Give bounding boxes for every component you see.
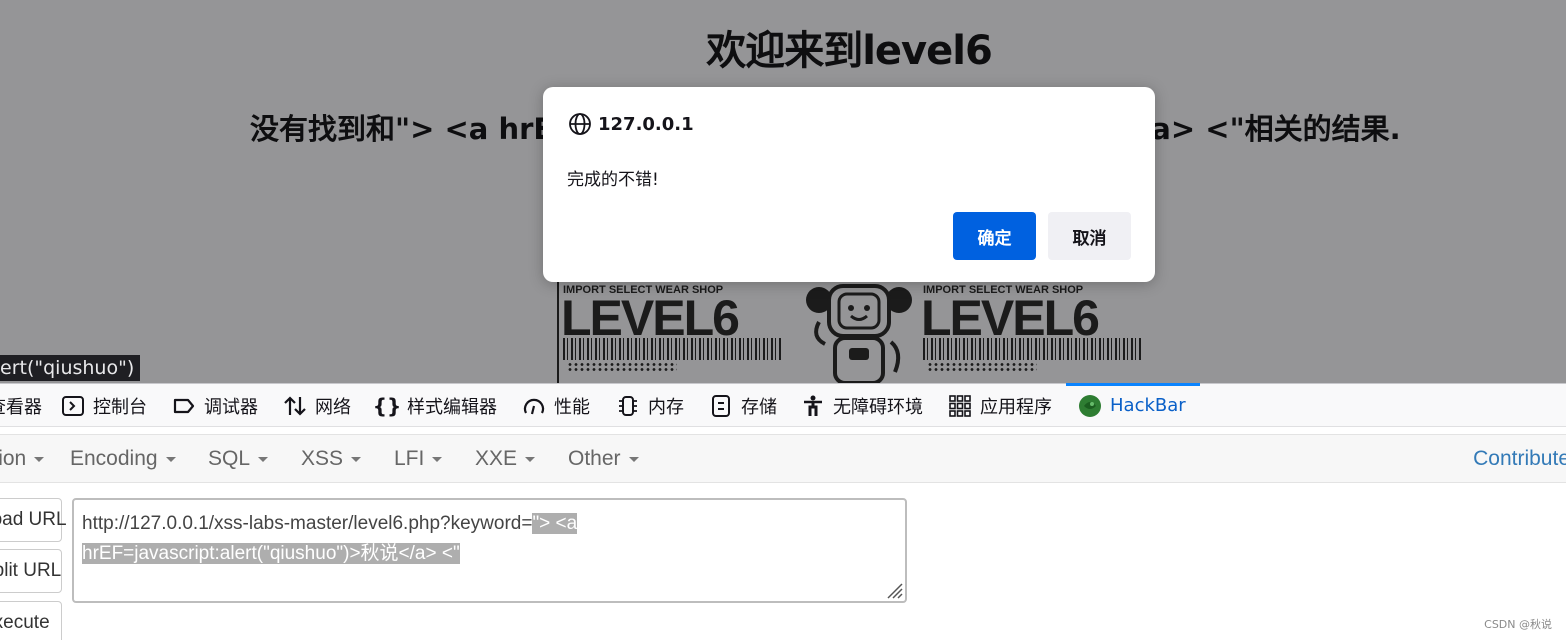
tab-hackbar[interactable]: HackBar: [1066, 383, 1200, 427]
tab-label: 调试器: [204, 396, 258, 418]
menu-lfi[interactable]: LFI: [394, 435, 443, 482]
menu-sql[interactable]: SQL: [208, 435, 269, 482]
braille-graphic: [927, 362, 1037, 372]
menu-encryption[interactable]: Encryption: [0, 435, 45, 482]
contribute-link[interactable]: Contribute: [1473, 435, 1566, 482]
alert-ok-button[interactable]: 确定: [953, 212, 1036, 260]
banner-level-label: LEVEL6: [921, 290, 1100, 346]
tab-accessibility[interactable]: 无障碍环境: [801, 384, 923, 427]
tab-label: 无障碍环境: [833, 396, 923, 418]
globe-icon: [569, 113, 591, 135]
tab-label: 网络: [315, 396, 351, 418]
alert-message: 完成的不错!: [567, 170, 659, 190]
caret-down-icon: [432, 456, 443, 462]
page-title: 欢迎来到level6: [706, 28, 993, 74]
console-icon: [61, 394, 85, 418]
tab-label: 存储: [741, 396, 777, 418]
performance-icon: [522, 394, 546, 418]
style-editor-icon: {}: [372, 393, 402, 418]
load-url-button[interactable]: Load URL: [0, 498, 67, 542]
banner-level-label: LEVEL6: [561, 290, 740, 346]
tab-network[interactable]: 网络: [283, 384, 351, 427]
split-url-button[interactable]: Split URL: [0, 549, 62, 593]
caret-down-icon: [258, 456, 269, 462]
tab-label: 应用程序: [980, 396, 1052, 418]
tab-storage[interactable]: 存储: [709, 384, 777, 427]
tab-performance[interactable]: 性能: [522, 384, 590, 427]
application-icon: [948, 394, 972, 418]
level-banner-image: IMPORT SELECT WEAR SHOP LEVEL6 IMPORT SE…: [557, 282, 1157, 383]
accessibility-icon: [801, 394, 825, 418]
devtools-panel: 查看器 控制台 调试器 网络 {} 样式编辑器: [0, 383, 1566, 640]
level-banner-right: IMPORT SELECT WEAR SHOP LEVEL6: [919, 282, 1157, 383]
url-selected-text: "> <a: [532, 513, 578, 534]
hackbar-icon: [1078, 394, 1102, 418]
tab-label: 控制台: [93, 396, 147, 418]
tab-label: 查看器: [0, 396, 42, 418]
url-textarea[interactable]: http://127.0.0.1/xss-labs-master/level6.…: [72, 498, 907, 603]
resize-grip-icon[interactable]: [883, 579, 903, 599]
caret-down-icon: [525, 456, 536, 462]
barcode-graphic: [923, 338, 1143, 360]
caret-down-icon: [351, 456, 362, 462]
tab-label: 内存: [648, 396, 684, 418]
barcode-graphic: [563, 338, 783, 360]
debugger-icon: [172, 394, 196, 418]
tab-console[interactable]: 控制台: [61, 384, 147, 427]
alert-cancel-button[interactable]: 取消: [1048, 212, 1131, 260]
watermark: CSDN @秋说: [1484, 618, 1552, 631]
caret-down-icon: [165, 456, 176, 462]
level-banner-left: IMPORT SELECT WEAR SHOP LEVEL6: [559, 282, 799, 383]
menu-xxe[interactable]: XXE: [475, 435, 536, 482]
url-text: http://127.0.0.1/xss-labs-master/level6.…: [82, 513, 533, 534]
tab-label: 样式编辑器: [407, 396, 497, 418]
tab-label: HackBar: [1110, 395, 1186, 416]
hackbar-menu-bar: Encryption Encoding SQL XSS LFI XXE Othe…: [0, 434, 1566, 483]
tab-application[interactable]: 应用程序: [948, 384, 1052, 427]
tab-memory[interactable]: 内存: [616, 384, 684, 427]
robot-mascot-icon: [806, 284, 912, 383]
tab-style-editor[interactable]: {} 样式编辑器: [372, 384, 497, 427]
caret-down-icon: [628, 456, 639, 462]
menu-other[interactable]: Other: [568, 435, 639, 482]
braille-graphic: [567, 362, 677, 372]
devtools-tab-bar: 查看器 控制台 调试器 网络 {} 样式编辑器: [0, 383, 1566, 427]
execute-button[interactable]: Execute: [0, 601, 62, 640]
network-icon: [283, 394, 307, 418]
alert-origin-text: 127.0.0.1: [598, 113, 694, 135]
caret-down-icon: [34, 456, 45, 462]
url-selected-text: hrEF=javascript:alert("qiushuo")>秋说</a> …: [82, 543, 460, 564]
menu-xss[interactable]: XSS: [301, 435, 362, 482]
tab-label: 性能: [554, 396, 590, 418]
menu-encoding[interactable]: Encoding: [70, 435, 176, 482]
link-status-tooltip: ert("qiushuo"): [0, 355, 141, 381]
tab-inspector[interactable]: 查看器: [0, 384, 42, 427]
alert-origin: 127.0.0.1: [568, 112, 694, 136]
tab-debugger[interactable]: 调试器: [172, 384, 258, 427]
storage-icon: [709, 394, 733, 418]
memory-icon: [616, 394, 640, 418]
alert-dialog: 127.0.0.1 完成的不错! 确定 取消: [543, 87, 1155, 282]
